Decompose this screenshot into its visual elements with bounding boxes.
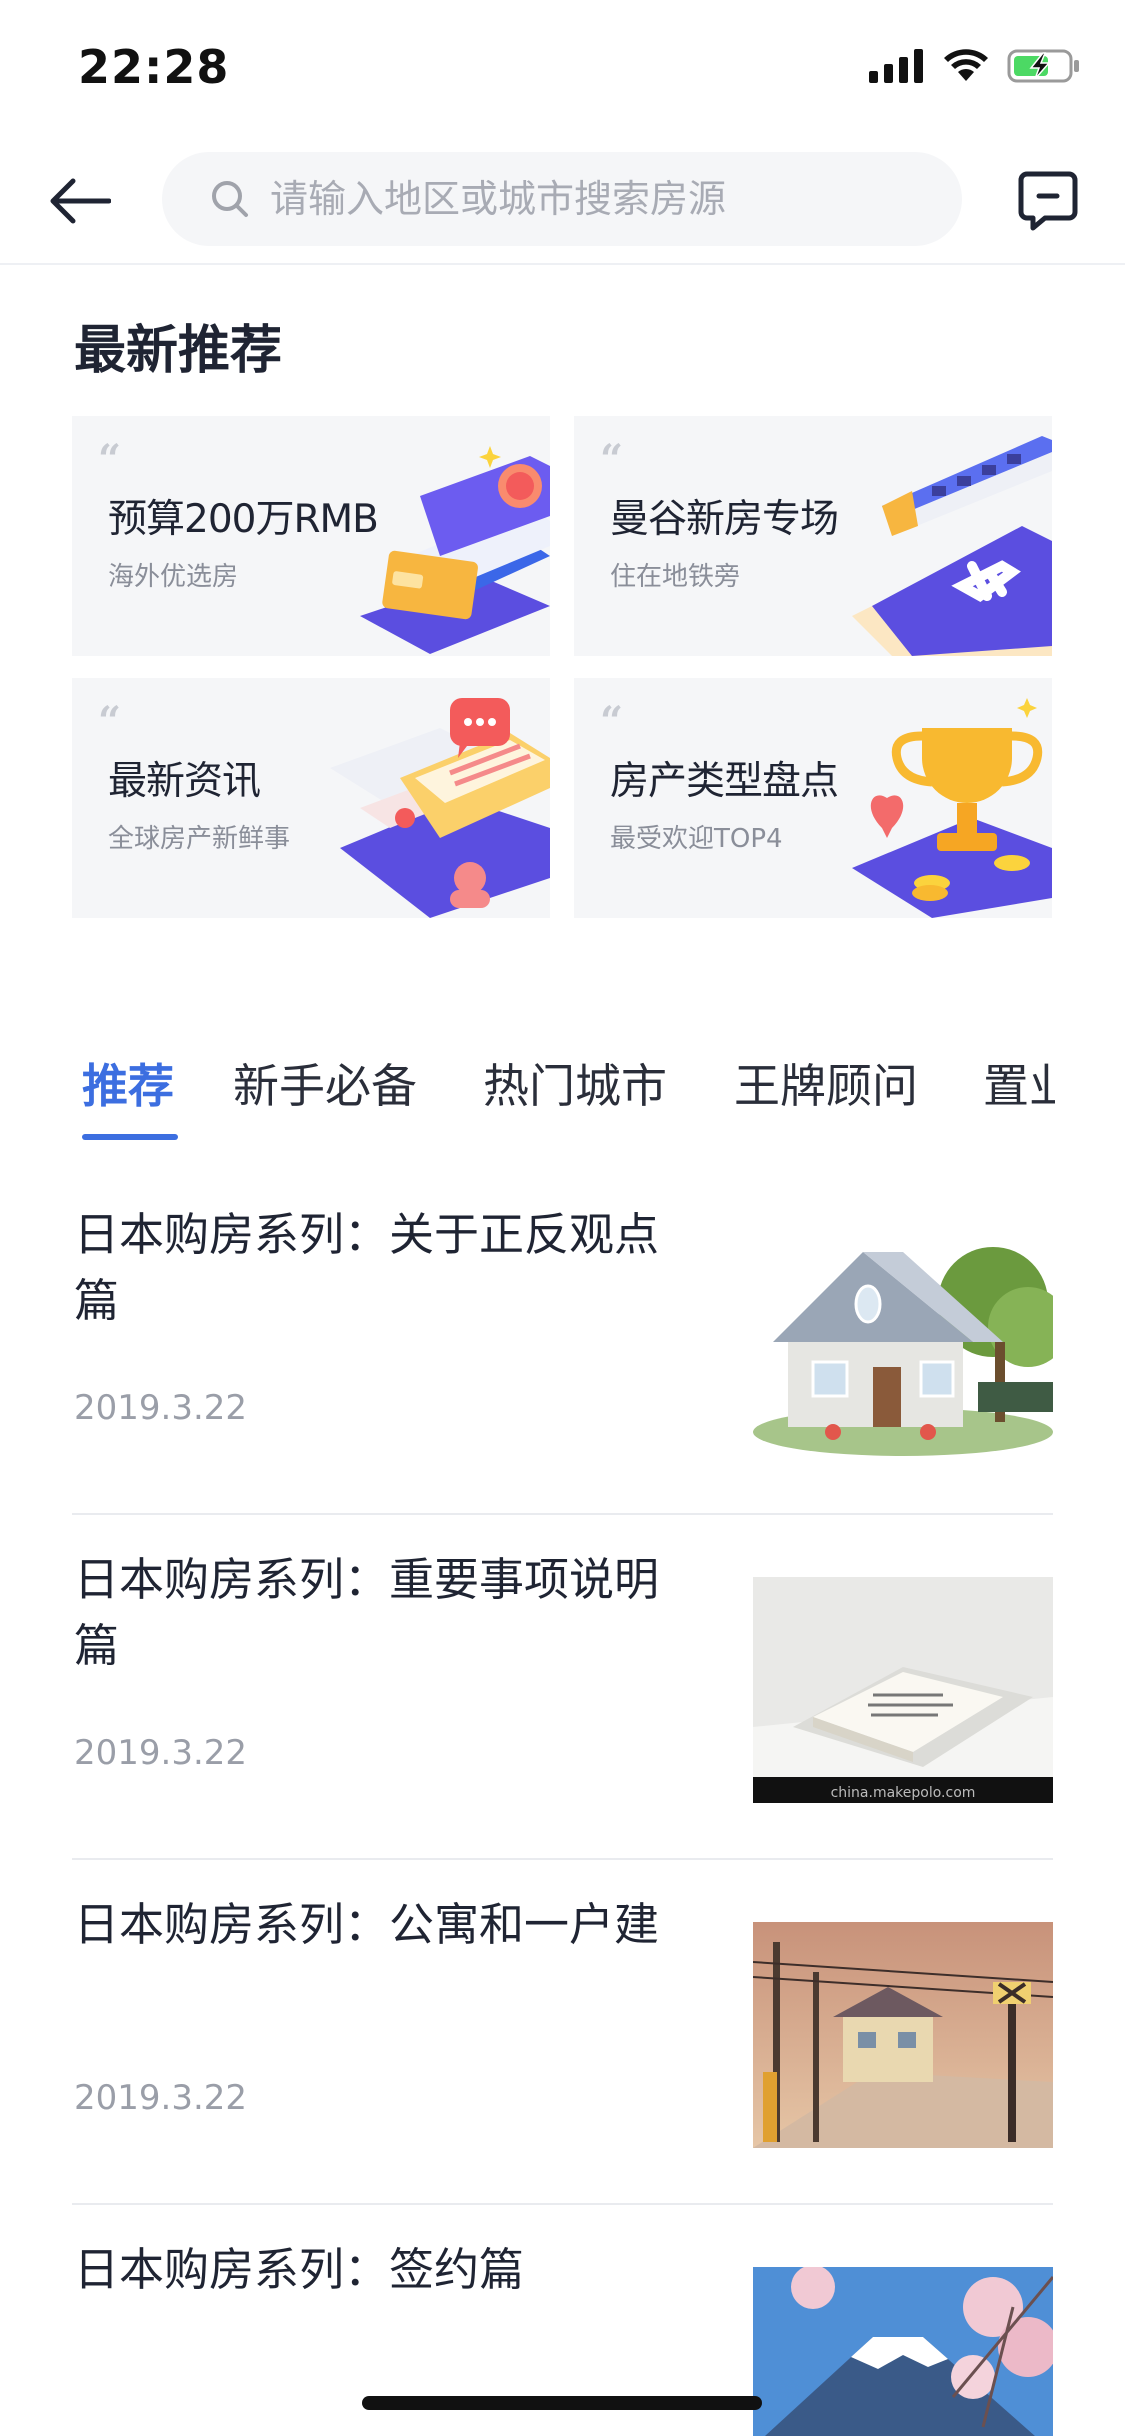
card-subtitle: 最受欢迎TOP4 (610, 824, 783, 854)
category-tabs: 推荐 新手必备 热门城市 王牌顾问 置业 (0, 1040, 1055, 1140)
arrow-left-icon (50, 178, 111, 224)
news-item[interactable]: 日本购房系列：关于正反观点篇 2019.3.22 (72, 1170, 1053, 1515)
tab-indicator (82, 1134, 178, 1140)
status-time: 22:28 (78, 40, 230, 94)
card-subtitle: 住在地铁旁 (610, 562, 741, 592)
news-title: 日本购房系列：签约篇 (74, 2243, 525, 2296)
quote-icon: “ (98, 698, 122, 745)
search-box[interactable] (162, 152, 962, 246)
chat-bubble-icon (1018, 171, 1078, 231)
tab-recommend[interactable]: 推荐 (82, 1050, 174, 1116)
news-title: 日本购房系列：公寓和一户建 (74, 1898, 660, 1951)
news-title: 日本购房系列：重要事项说明篇 (74, 1553, 660, 1672)
section-title: 最新推荐 (74, 321, 283, 381)
tab-hot-cities[interactable]: 热门城市 (483, 1050, 667, 1116)
mount-fuji-image (753, 2267, 1053, 2436)
documents-chat-illustration (330, 698, 550, 918)
battery-charging-icon (1007, 49, 1079, 83)
recommend-card-budget[interactable]: “ 预算200万RMB 海外优选房 (72, 416, 550, 656)
news-title: 日本购房系列：关于正反观点篇 (74, 1208, 660, 1327)
thumb-caption: china.makepolo.com (830, 1785, 976, 1801)
trophy-illustration (852, 698, 1052, 918)
house-image (753, 1232, 1053, 1458)
search-icon (212, 181, 248, 217)
nav-bar (0, 135, 1125, 265)
card-subtitle: 全球房产新鲜事 (108, 824, 291, 854)
card-subtitle: 海外优选房 (108, 562, 239, 592)
tab-top-advisor[interactable]: 王牌顾问 (734, 1050, 918, 1116)
news-date: 2019.3.22 (74, 1733, 248, 1773)
quote-icon: “ (600, 698, 624, 745)
quote-icon: “ (98, 436, 122, 483)
news-item[interactable]: 日本购房系列：重要事项说明篇 2019.3.22 china.makepolo.… (72, 1515, 1053, 1860)
news-date: 2019.3.22 (74, 2078, 248, 2118)
news-item[interactable]: 日本购房系列：公寓和一户建 2019.3.22 (72, 1860, 1053, 2205)
signal-bars-icon (869, 49, 923, 83)
train-airplane-illustration (852, 436, 1052, 656)
recommend-card-bangkok[interactable]: “ 曼谷新房专场 住在地铁旁 (574, 416, 1052, 656)
back-button[interactable] (40, 161, 120, 241)
card-title: 曼谷新房专场 (610, 497, 839, 542)
home-indicator[interactable] (362, 2396, 762, 2410)
wifi-icon (944, 49, 988, 81)
cards-stack-illustration (360, 446, 550, 654)
news-date: 2019.3.22 (74, 1388, 248, 1428)
recommend-card-news[interactable]: “ 最新资讯 全球房产新鲜事 (72, 678, 550, 918)
quote-icon: “ (600, 436, 624, 483)
card-title: 房产类型盘点 (610, 759, 839, 804)
tab-property[interactable]: 置业 (983, 1050, 1055, 1116)
search-input[interactable] (270, 177, 910, 221)
document-tray-image: china.makepolo.com (753, 1577, 1053, 1803)
street-scene-image (753, 1922, 1053, 2148)
recommend-card-property-types[interactable]: “ 房产类型盘点 最受欢迎TOP4 (574, 678, 1052, 918)
card-title: 预算200万RMB (108, 497, 379, 542)
status-icons (869, 48, 1081, 84)
card-title: 最新资讯 (108, 759, 261, 804)
status-bar: 22:28 (0, 0, 1125, 135)
message-button[interactable] (1015, 168, 1081, 234)
tab-beginner[interactable]: 新手必备 (233, 1050, 417, 1116)
